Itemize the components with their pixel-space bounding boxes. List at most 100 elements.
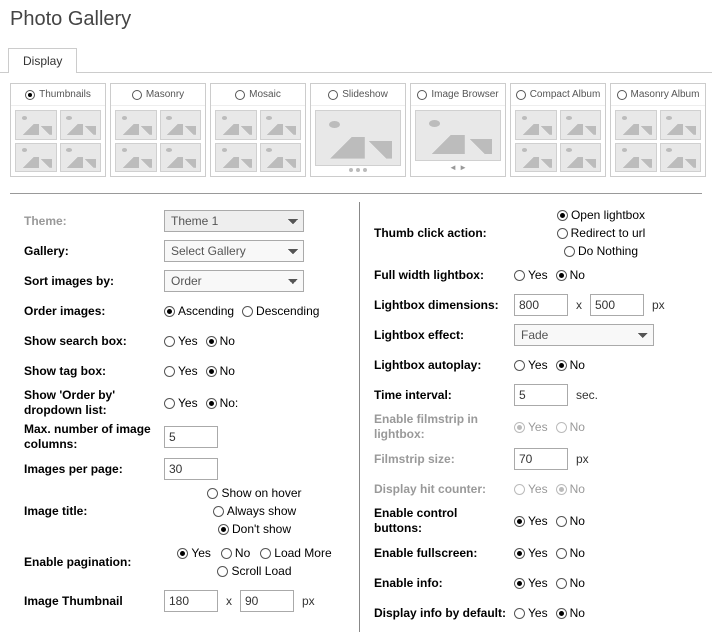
effect-label: Lightbox effect: xyxy=(374,328,514,343)
click-open-radio[interactable]: Open lightbox xyxy=(557,208,645,222)
gallery-select[interactable]: Select Gallery xyxy=(164,240,304,262)
click-nothing-radio[interactable]: Do Nothing xyxy=(564,244,638,258)
hitcounter-label: Display hit counter: xyxy=(374,482,514,497)
infodef-yes-radio[interactable]: Yes xyxy=(514,606,548,620)
order-desc-radio[interactable]: Descending xyxy=(242,304,319,318)
fs-no-radio[interactable]: No xyxy=(556,546,585,560)
tag-yes-radio[interactable]: Yes xyxy=(164,364,198,378)
view-type-preview xyxy=(511,106,605,176)
view-types-row: Thumbnails Masonry Mosaic Slideshow Image Br… xyxy=(0,73,712,187)
imgtitle-label: Image title: xyxy=(24,504,164,519)
lb-h-input[interactable] xyxy=(590,294,644,316)
view-type-label: Compact Album xyxy=(530,89,601,100)
search-yes-radio[interactable]: Yes xyxy=(164,334,198,348)
sort-select[interactable]: Order xyxy=(164,270,304,292)
view-type-card[interactable]: Mosaic xyxy=(210,83,306,177)
view-type-card[interactable]: Thumbnails xyxy=(10,83,106,177)
view-type-card[interactable]: Image Browser ◄ ► xyxy=(410,83,506,177)
tag-label: Show tag box: xyxy=(24,364,164,379)
autoplay-no-radio[interactable]: No xyxy=(556,358,585,372)
view-type-radio[interactable] xyxy=(235,90,245,100)
infodef-no-radio[interactable]: No xyxy=(556,606,585,620)
fullwidth-label: Full width lightbox: xyxy=(374,268,514,283)
info-yes-radio[interactable]: Yes xyxy=(514,576,548,590)
imgtitle-hover-radio[interactable]: Show on hover xyxy=(207,486,301,500)
order-label: Order images: xyxy=(24,304,164,319)
tag-no-radio[interactable]: No xyxy=(206,364,235,378)
orderby-yes-radio[interactable]: Yes xyxy=(164,396,198,410)
fs-yes-radio[interactable]: Yes xyxy=(514,546,548,560)
divider xyxy=(10,193,702,194)
pag-loadmore-radio[interactable]: Load More xyxy=(260,546,331,560)
view-type-label: Mosaic xyxy=(249,89,281,100)
interval-input[interactable] xyxy=(514,384,568,406)
gallery-label: Gallery: xyxy=(24,244,164,259)
page-title: Photo Gallery xyxy=(0,0,712,41)
view-type-radio[interactable] xyxy=(328,90,338,100)
imgtitle-none-radio[interactable]: Don't show xyxy=(218,522,291,536)
theme-select[interactable]: Theme 1 xyxy=(164,210,304,232)
filmsize-label: Filmstrip size: xyxy=(374,452,514,467)
view-type-card[interactable]: Compact Album xyxy=(510,83,606,177)
filmstrip-yes-radio[interactable]: Yes xyxy=(514,420,548,434)
view-type-preview xyxy=(211,106,305,176)
maxcols-label: Max. number of image columns: xyxy=(24,422,164,452)
imgtitle-always-radio[interactable]: Always show xyxy=(213,504,296,518)
filmsize-input[interactable] xyxy=(514,448,568,470)
view-type-radio[interactable] xyxy=(25,90,35,100)
tab-bar: Display xyxy=(0,47,712,73)
px-unit: px xyxy=(302,594,315,608)
view-type-label: Slideshow xyxy=(342,89,388,100)
ctrlbtn-no-radio[interactable]: No xyxy=(556,514,585,528)
info-no-radio[interactable]: No xyxy=(556,576,585,590)
view-type-card[interactable]: Masonry Album xyxy=(610,83,706,177)
view-type-radio[interactable] xyxy=(516,90,526,100)
tab-display[interactable]: Display xyxy=(8,48,77,73)
orderby-label: Show 'Order by' dropdown list: xyxy=(24,388,164,418)
filmstrip-label: Enable filmstrip in lightbox: xyxy=(374,412,514,442)
pag-yes-radio[interactable]: Yes xyxy=(177,546,211,560)
pag-scroll-radio[interactable]: Scroll Load xyxy=(217,564,291,578)
maxcols-input[interactable] xyxy=(164,426,218,448)
ctrlbtn-label: Enable control buttons: xyxy=(374,506,514,536)
click-redirect-radio[interactable]: Redirect to url xyxy=(557,226,646,240)
search-no-radio[interactable]: No xyxy=(206,334,235,348)
click-action-label: Thumb click action: xyxy=(374,226,514,241)
fullscreen-label: Enable fullscreen: xyxy=(374,546,514,561)
pag-no-radio[interactable]: No xyxy=(221,546,250,560)
filmstrip-no-radio[interactable]: No xyxy=(556,420,585,434)
view-type-radio[interactable] xyxy=(417,90,427,100)
view-type-preview: ◄ ► xyxy=(411,106,505,176)
lbdim-label: Lightbox dimensions: xyxy=(374,298,514,313)
view-type-card[interactable]: Masonry xyxy=(110,83,206,177)
settings-left-column: Theme: Theme 1 Gallery: Select Gallery S… xyxy=(10,202,360,632)
lb-w-input[interactable] xyxy=(514,294,568,316)
thumb-w-input[interactable] xyxy=(164,590,218,612)
hit-no-radio[interactable]: No xyxy=(556,482,585,496)
order-asc-radio[interactable]: Ascending xyxy=(164,304,234,318)
settings-right-column: Thumb click action: Open lightbox Redire… xyxy=(360,202,702,632)
thumbdim-label: Image Thumbnail xyxy=(24,594,164,609)
orderby-no-radio[interactable]: No: xyxy=(206,396,239,410)
thumb-h-input[interactable] xyxy=(240,590,294,612)
view-type-preview xyxy=(111,106,205,176)
autoplay-yes-radio[interactable]: Yes xyxy=(514,358,548,372)
ctrlbtn-yes-radio[interactable]: Yes xyxy=(514,514,548,528)
fullwidth-no-radio[interactable]: No xyxy=(556,268,585,282)
view-type-label: Thumbnails xyxy=(39,89,91,100)
perpage-input[interactable] xyxy=(164,458,218,480)
fullwidth-yes-radio[interactable]: Yes xyxy=(514,268,548,282)
view-type-label: Masonry xyxy=(146,89,184,100)
view-type-label: Masonry Album xyxy=(631,89,700,100)
info-label: Enable info: xyxy=(374,576,514,591)
search-label: Show search box: xyxy=(24,334,164,349)
view-type-preview xyxy=(11,106,105,176)
x-separator: x xyxy=(226,594,232,608)
view-type-card[interactable]: Slideshow xyxy=(310,83,406,177)
view-type-radio[interactable] xyxy=(617,90,627,100)
view-type-label: Image Browser xyxy=(431,89,498,100)
view-type-radio[interactable] xyxy=(132,90,142,100)
effect-select[interactable]: Fade xyxy=(514,324,654,346)
hit-yes-radio[interactable]: Yes xyxy=(514,482,548,496)
autoplay-label: Lightbox autoplay: xyxy=(374,358,514,373)
